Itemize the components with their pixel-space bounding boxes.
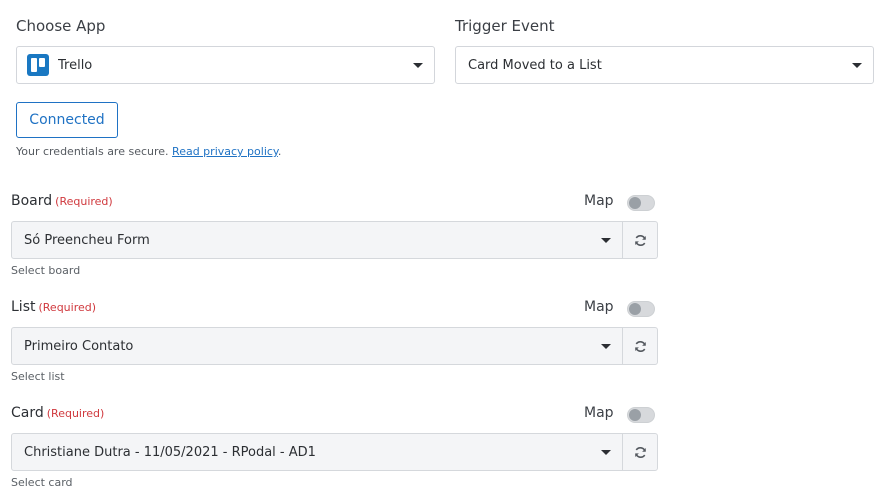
credentials-note: Your credentials are secure. Read privac… xyxy=(16,145,281,158)
board-select[interactable]: Só Preencheu Form xyxy=(11,221,623,259)
trello-icon xyxy=(27,54,49,76)
board-map-toggle[interactable] xyxy=(627,195,655,211)
connected-button[interactable]: Connected xyxy=(16,102,118,138)
chevron-down-icon xyxy=(413,62,423,68)
credentials-text: Your credentials are secure. xyxy=(16,145,169,158)
card-required: (Required) xyxy=(46,407,105,420)
trigger-event-select[interactable]: Card Moved to a List xyxy=(455,46,874,84)
choose-app-value: Trello xyxy=(58,57,93,73)
card-hint: Select card xyxy=(11,476,73,489)
board-map-label: Map xyxy=(584,193,614,209)
chevron-down-icon xyxy=(601,343,611,349)
list-refresh-button[interactable] xyxy=(622,327,658,365)
chevron-down-icon xyxy=(601,449,611,455)
card-refresh-button[interactable] xyxy=(622,433,658,471)
choose-app-select[interactable]: Trello xyxy=(16,46,435,84)
trigger-event-label: Trigger Event xyxy=(455,17,555,35)
list-map-label: Map xyxy=(584,299,614,315)
chevron-down-icon xyxy=(852,62,862,68)
list-required: (Required) xyxy=(38,301,97,314)
card-select[interactable]: Christiane Dutra - 11/05/2021 - RPodal -… xyxy=(11,433,623,471)
board-hint: Select board xyxy=(11,264,81,277)
board-label-text: Board xyxy=(11,193,53,209)
list-label: List (Required) xyxy=(11,299,96,315)
card-label: Card (Required) xyxy=(11,405,104,421)
refresh-icon xyxy=(634,340,646,352)
refresh-icon xyxy=(634,234,646,246)
list-hint: Select list xyxy=(11,370,65,383)
board-value: Só Preencheu Form xyxy=(24,232,150,248)
toggle-knob xyxy=(629,197,641,209)
credentials-period: . xyxy=(277,145,282,158)
refresh-icon xyxy=(634,446,646,458)
card-map-label: Map xyxy=(584,405,614,421)
list-map-toggle[interactable] xyxy=(627,301,655,317)
privacy-policy-link[interactable]: Read privacy policy xyxy=(172,145,278,158)
trigger-event-value: Card Moved to a List xyxy=(468,57,602,73)
card-map-toggle[interactable] xyxy=(627,407,655,423)
list-label-text: List xyxy=(11,299,36,315)
board-required: (Required) xyxy=(55,195,113,208)
toggle-knob xyxy=(629,303,641,315)
toggle-knob xyxy=(629,409,641,421)
choose-app-label: Choose App xyxy=(16,17,106,35)
list-select[interactable]: Primeiro Contato xyxy=(11,327,623,365)
card-value: Christiane Dutra - 11/05/2021 - RPodal -… xyxy=(24,444,316,460)
chevron-down-icon xyxy=(601,237,611,243)
card-label-text: Card xyxy=(11,405,44,421)
list-value: Primeiro Contato xyxy=(24,338,134,354)
board-label: Board (Required) xyxy=(11,193,113,209)
board-refresh-button[interactable] xyxy=(622,221,658,259)
